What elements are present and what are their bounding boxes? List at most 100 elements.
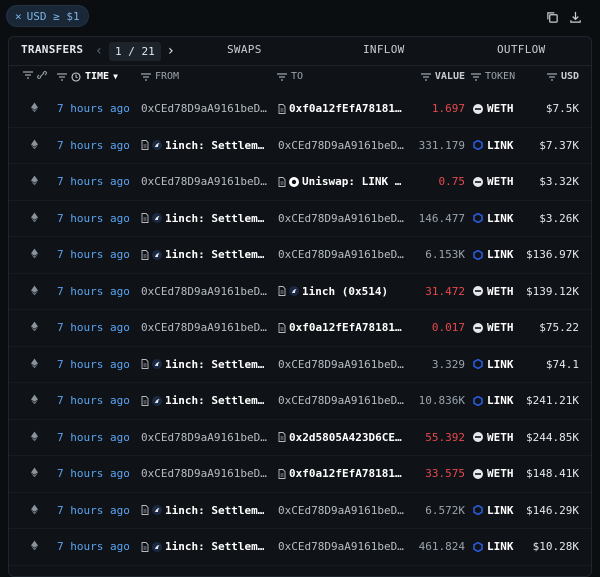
time-link[interactable]: 7 hours ago — [57, 248, 130, 261]
from-entity-name[interactable]: 1inch: Settlem… — [165, 358, 264, 371]
from-entity-name[interactable]: 1inch: Settlem… — [165, 540, 264, 553]
time-link[interactable]: 7 hours ago — [57, 394, 130, 407]
column-header-to[interactable]: TO — [291, 71, 303, 82]
tab-swaps[interactable]: SWAPS — [227, 43, 262, 56]
from-entity-name[interactable]: 1inch: Settlem… — [165, 139, 264, 152]
token-cell[interactable]: LINK — [473, 139, 514, 152]
time-link[interactable]: 7 hours ago — [57, 358, 130, 371]
to-address[interactable]: 0xCEd78D9aA9161beD… — [278, 248, 404, 261]
token-cell[interactable]: WETH — [473, 321, 514, 334]
tab-inflow[interactable]: INFLOW — [363, 43, 405, 56]
time-link[interactable]: 7 hours ago — [57, 285, 130, 298]
from-address[interactable]: 0xCEd78D9aA9161beD… — [141, 467, 267, 480]
filter-icon[interactable] — [57, 72, 67, 81]
column-header-token[interactable]: TOKEN — [485, 71, 515, 82]
to-address[interactable]: 0xCEd78D9aA9161beD… — [278, 139, 404, 152]
table-row[interactable]: 7 hours ago 1inch: Settlem… 0xCEd78D9aA916… — [9, 383, 591, 420]
token-cell[interactable]: WETH — [473, 102, 514, 115]
entity-icon — [278, 432, 286, 442]
link-icon[interactable] — [37, 71, 47, 79]
to-address[interactable]: 0xCEd78D9aA9161beD… — [278, 212, 404, 225]
table-row[interactable]: 7 hours ago 0xCEd78D9aA9161beD… 0xf0a12fEf… — [9, 456, 591, 493]
close-icon[interactable]: × — [15, 10, 22, 23]
from-address[interactable]: 0xCEd78D9aA9161beD… — [141, 175, 267, 188]
table-row[interactable]: 7 hours ago 0xCEd78D9aA9161beD… Uniswap: L… — [9, 164, 591, 201]
next-page-icon[interactable]: › — [165, 43, 177, 59]
to-entity-name[interactable]: 0xf0a12fEfA78181… — [289, 467, 402, 480]
filter-icon[interactable] — [141, 72, 151, 81]
table-row[interactable]: 7 hours ago 0xCEd78D9aA9161beD… 0xf0a12fEf… — [9, 310, 591, 347]
download-icon[interactable] — [569, 11, 582, 24]
link-token-icon — [473, 359, 483, 369]
table-row[interactable]: 7 hours ago 1inch: Settlem… 0xCEd78D9aA916… — [9, 201, 591, 237]
token-cell[interactable]: WETH — [473, 175, 514, 188]
tab-outflow[interactable]: OUTFLOW — [497, 43, 545, 56]
table-row[interactable]: 7 hours ago 1inch: Settlem… 0xCEd78D9aA916… — [9, 347, 591, 383]
copy-icon[interactable] — [546, 11, 559, 24]
to-entity-name[interactable]: 0xf0a12fEfA78181… — [289, 321, 402, 334]
to-entity-name[interactable]: Uniswap: LINK … — [302, 175, 401, 188]
time-link[interactable]: 7 hours ago — [57, 504, 130, 517]
token-cell[interactable]: LINK — [473, 540, 514, 553]
from-cell: 1inch: Settlem… — [141, 394, 269, 407]
token-cell[interactable]: LINK — [473, 394, 514, 407]
to-address[interactable]: 0xCEd78D9aA9161beD… — [278, 504, 404, 517]
ethereum-chain-icon — [31, 358, 41, 372]
usd-cell: $75.22 — [539, 321, 579, 334]
from-address[interactable]: 0xCEd78D9aA9161beD… — [141, 431, 267, 444]
table-row[interactable]: 7 hours ago 0xCEd78D9aA9161beD… 0x2d5805A4… — [9, 420, 591, 456]
token-cell[interactable]: LINK — [473, 358, 514, 371]
time-link[interactable]: 7 hours ago — [57, 175, 130, 188]
token-symbol: LINK — [487, 503, 514, 517]
usd-filter-chip[interactable]: × USD ≥ $1 — [6, 5, 89, 27]
filter-icon[interactable] — [420, 72, 431, 81]
prev-page-icon[interactable]: ‹ — [93, 43, 105, 59]
tab-transfers[interactable]: TRANSFERS — [21, 43, 83, 56]
to-address[interactable]: 0xCEd78D9aA9161beD… — [278, 540, 404, 553]
time-link[interactable]: 7 hours ago — [57, 139, 130, 152]
column-header-time[interactable]: TIME — [85, 71, 109, 82]
time-link[interactable]: 7 hours ago — [57, 540, 130, 553]
to-entity-name[interactable]: 0x2d5805A423D6CE… — [289, 431, 402, 444]
token-cell[interactable]: LINK — [473, 504, 514, 517]
to-address[interactable]: 0xCEd78D9aA9161beD… — [278, 394, 404, 407]
column-header-usd[interactable]: USD — [561, 71, 579, 82]
filter-icon[interactable] — [471, 72, 481, 81]
sort-desc-icon[interactable]: ▼ — [113, 72, 118, 81]
filter-icon[interactable] — [23, 71, 33, 79]
page-indicator: 1 / 21 — [109, 41, 161, 61]
table-row[interactable]: 7 hours ago 1inch: Settlem… 0xCEd78D9aA916… — [9, 529, 591, 566]
table-row[interactable]: 7 hours ago 1inch: Settlem… 0xCEd78D9aA916… — [9, 493, 591, 529]
to-entity-name[interactable]: 1inch (0x514) — [302, 285, 388, 298]
table-row[interactable]: 7 hours ago 1inch: Settlem… 0xCEd78D9aA916… — [9, 128, 591, 164]
table-row[interactable]: 7 hours ago 1inch: Settlem… 0xCEd78D9aA916… — [9, 237, 591, 274]
time-link[interactable]: 7 hours ago — [57, 467, 130, 480]
time-link[interactable]: 7 hours ago — [57, 431, 130, 444]
filter-icon[interactable] — [546, 72, 557, 81]
token-cell[interactable]: LINK — [473, 212, 514, 225]
from-address[interactable]: 0xCEd78D9aA9161beD… — [141, 102, 267, 115]
to-entity-name[interactable]: 0xf0a12fEfA78181… — [289, 102, 402, 115]
from-entity-name[interactable]: 1inch: Settlem… — [165, 248, 264, 261]
from-address[interactable]: 0xCEd78D9aA9161beD… — [141, 285, 267, 298]
token-cell[interactable]: WETH — [473, 467, 514, 480]
value-cell: 6.572K — [425, 503, 465, 517]
from-entity-name[interactable]: 1inch: Settlem… — [165, 504, 264, 517]
time-link[interactable]: 7 hours ago — [57, 212, 130, 225]
time-link[interactable]: 7 hours ago — [57, 321, 130, 334]
to-address[interactable]: 0xCEd78D9aA9161beD… — [278, 358, 404, 371]
token-cell[interactable]: WETH — [473, 285, 514, 298]
token-cell[interactable]: WETH — [473, 431, 514, 444]
token-cell[interactable]: LINK — [473, 248, 514, 261]
ethereum-chain-icon — [31, 102, 41, 116]
token-symbol: WETH — [487, 284, 514, 298]
table-row[interactable]: 7 hours ago 0xCEd78D9aA9161beD… 0xf0a12fEf… — [9, 91, 591, 128]
from-entity-name[interactable]: 1inch: Settlem… — [165, 212, 264, 225]
from-address[interactable]: 0xCEd78D9aA9161beD… — [141, 321, 267, 334]
column-header-from[interactable]: FROM — [155, 71, 179, 82]
table-row[interactable]: 7 hours ago 0xCEd78D9aA9161beD… 1inch (0x5… — [9, 274, 591, 310]
from-entity-name[interactable]: 1inch: Settlem… — [165, 394, 264, 407]
filter-icon[interactable] — [277, 72, 287, 81]
column-header-value[interactable]: VALUE — [435, 71, 465, 82]
time-link[interactable]: 7 hours ago — [57, 102, 130, 115]
